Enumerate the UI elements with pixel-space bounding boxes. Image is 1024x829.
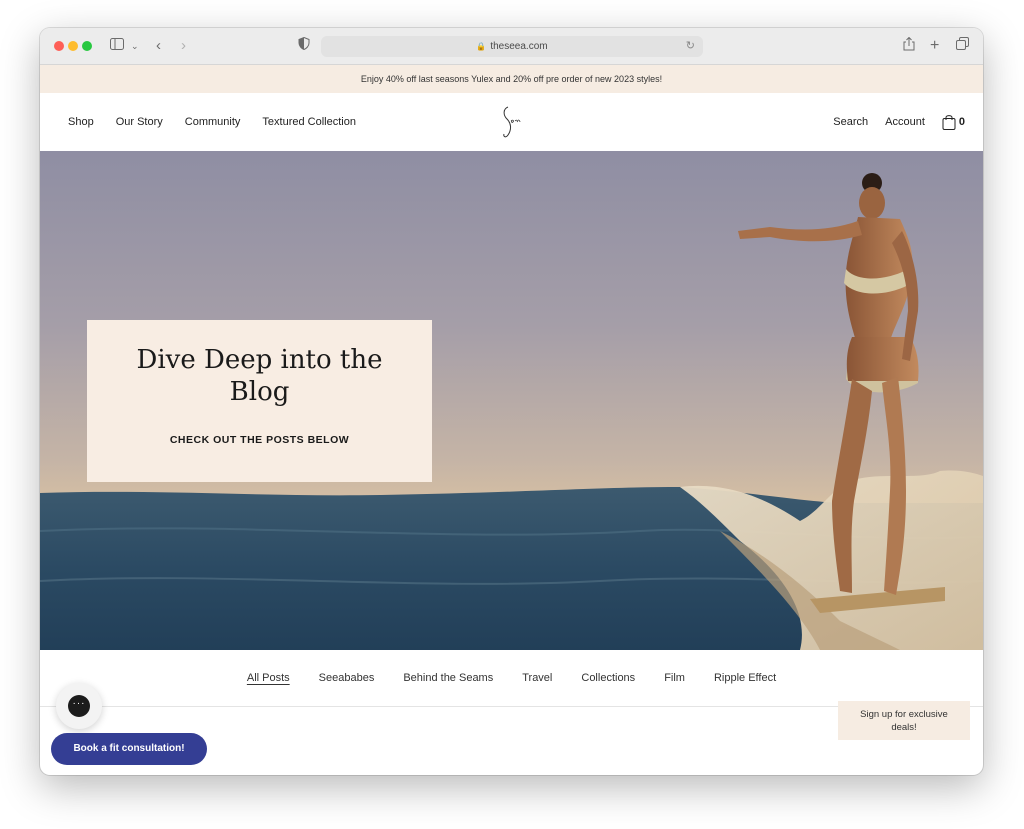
chat-bubble-icon: ··· [68,695,90,717]
lock-icon: 🔒 [476,42,487,51]
tab-overview-icon[interactable] [956,37,969,55]
nav-textured-collection[interactable]: Textured Collection [262,116,356,128]
hero-cta-link[interactable]: CHECK OUT THE POSTS BELOW [87,434,432,446]
new-tab-icon[interactable]: + [930,37,939,55]
category-behind-the-seams[interactable]: Behind the Seams [403,672,493,684]
nav-shop[interactable]: Shop [68,116,94,128]
hero-title: Dive Deep into the Blog [136,345,383,407]
search-link[interactable]: Search [833,116,868,128]
browser-window: ⌄ ‹ › 🔒 theseea.com ↻ + Enjoy 40% off las… [40,28,983,775]
browser-toolbar: ⌄ ‹ › 🔒 theseea.com ↻ + [40,28,983,65]
forward-icon[interactable]: › [181,37,186,55]
bag-icon [942,115,956,130]
brand-logo[interactable] [498,103,522,141]
chat-button[interactable]: ··· [56,683,102,729]
zoom-window-button[interactable] [82,41,92,51]
nav-our-story[interactable]: Our Story [116,116,163,128]
account-link[interactable]: Account [885,116,925,128]
close-window-button[interactable] [54,41,64,51]
category-seeababes[interactable]: Seeababes [319,672,375,684]
site-header: Shop Our Story Community Textured Collec… [40,93,983,151]
hero-banner: Dive Deep into the Blog CHECK OUT THE PO… [40,151,983,650]
address-bar[interactable]: 🔒 theseea.com ↻ [321,36,703,57]
chevron-down-icon[interactable]: ⌄ [131,37,139,55]
signup-deals-popup[interactable]: Sign up for exclusive deals! [838,701,970,740]
url-text: theseea.com [490,41,548,52]
sidebar-icon[interactable] [110,37,124,55]
utility-nav: Search Account 0 [833,93,965,151]
category-film[interactable]: Film [664,672,685,684]
cart-button[interactable]: 0 [942,114,965,130]
category-collections[interactable]: Collections [581,672,635,684]
main-nav: Shop Our Story Community Textured Collec… [68,93,356,151]
hero-card: Dive Deep into the Blog CHECK OUT THE PO… [87,320,432,482]
category-all-posts[interactable]: All Posts [247,672,290,684]
cart-count: 0 [958,116,965,128]
category-ripple-effect[interactable]: Ripple Effect [714,672,776,684]
share-icon[interactable] [903,36,915,56]
minimize-window-button[interactable] [68,41,78,51]
nav-community[interactable]: Community [185,116,241,128]
reload-icon[interactable]: ↻ [686,36,695,57]
blog-category-nav: All Posts Seeababes Behind the Seams Tra… [40,650,983,707]
announcement-bar: Enjoy 40% off last seasons Yulex and 20%… [40,65,983,93]
category-travel[interactable]: Travel [522,672,552,684]
back-icon[interactable]: ‹ [156,37,161,55]
privacy-shield-icon[interactable] [298,36,310,55]
fit-consultation-button[interactable]: Book a fit consultation! [51,733,207,765]
